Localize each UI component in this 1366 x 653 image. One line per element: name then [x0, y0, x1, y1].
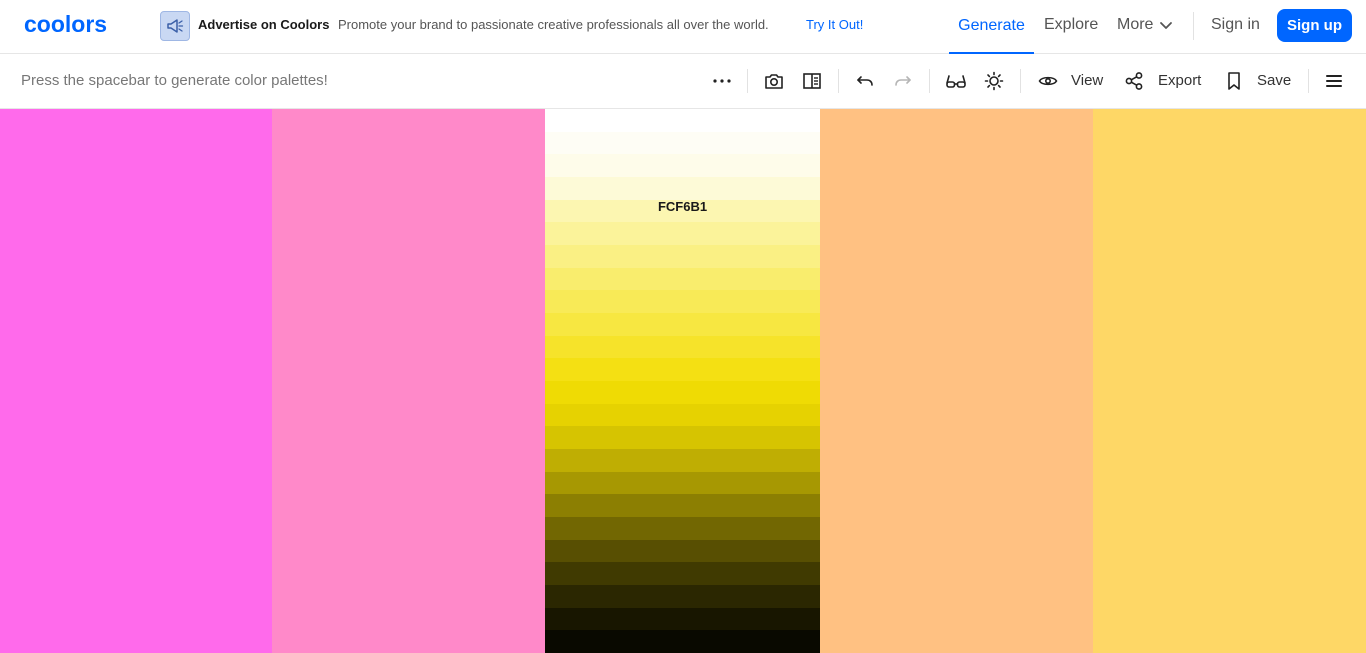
hex-code-label[interactable]: FCF6B1 [545, 199, 820, 214]
color-shade[interactable] [545, 494, 820, 518]
export-button[interactable]: Export [1158, 72, 1201, 89]
megaphone-icon[interactable] [160, 11, 190, 41]
layout-icon[interactable] [799, 68, 825, 94]
color-swatch[interactable] [1093, 109, 1366, 653]
color-shade[interactable] [545, 585, 820, 608]
color-shade[interactable] [545, 539, 820, 563]
sun-icon[interactable] [981, 68, 1007, 94]
ad-description: Promote your brand to passionate creativ… [338, 17, 769, 32]
sign-up-button[interactable]: Sign up [1277, 9, 1352, 42]
color-shade[interactable] [545, 630, 820, 653]
coolors-logo[interactable]: coolors [24, 13, 136, 37]
color-shade[interactable] [545, 403, 820, 427]
color-shade[interactable] [545, 290, 820, 314]
shade-list [545, 109, 820, 653]
color-swatch-shades[interactable]: FCF6B1 [545, 109, 820, 653]
toolbar-divider [1020, 69, 1021, 93]
sign-in-link[interactable]: Sign in [1211, 16, 1260, 34]
nav-more[interactable]: More [1117, 16, 1173, 34]
save-button[interactable]: Save [1257, 72, 1291, 89]
color-shade[interactable] [545, 426, 820, 450]
color-shade[interactable] [545, 267, 820, 291]
nav-divider [1193, 12, 1194, 40]
color-shade[interactable] [545, 222, 820, 246]
logo-text: coolors [24, 13, 107, 37]
color-shade[interactable] [545, 381, 820, 404]
color-swatch[interactable] [820, 109, 1093, 653]
color-swatch[interactable] [0, 109, 272, 653]
toolbar-divider [929, 69, 930, 93]
eye-icon[interactable] [1035, 68, 1061, 94]
ad-try-link[interactable]: Try It Out! [806, 17, 863, 32]
color-palette: FCF6B1 [0, 109, 1366, 653]
color-shade[interactable] [545, 154, 820, 178]
toolbar-divider [1308, 69, 1309, 93]
color-shade[interactable] [545, 562, 820, 586]
color-shade[interactable] [545, 607, 820, 631]
color-shade[interactable] [545, 245, 820, 268]
nav-explore[interactable]: Explore [1044, 16, 1098, 34]
menu-icon[interactable] [1321, 68, 1347, 94]
nav-more-label: More [1117, 16, 1154, 33]
generator-toolbar: Press the spacebar to generate color pal… [0, 54, 1366, 109]
redo-icon[interactable] [890, 68, 916, 94]
color-shade[interactable] [545, 335, 820, 359]
top-navbar: coolors Advertise on Coolors Promote you… [0, 0, 1366, 54]
bookmark-icon[interactable] [1221, 68, 1247, 94]
ad-title: Advertise on Coolors [198, 17, 330, 32]
color-shade[interactable] [545, 109, 820, 132]
nav-generate[interactable]: Generate [949, 0, 1034, 54]
spacebar-hint: Press the spacebar to generate color pal… [21, 72, 328, 89]
color-shade[interactable] [545, 313, 820, 336]
color-shade[interactable] [545, 358, 820, 382]
chevron-down-icon [1160, 22, 1173, 29]
color-shade[interactable] [545, 449, 820, 472]
toolbar-divider [747, 69, 748, 93]
color-shade[interactable] [545, 177, 820, 200]
color-shade[interactable] [545, 517, 820, 540]
color-shade[interactable] [545, 471, 820, 495]
color-swatch[interactable] [272, 109, 545, 653]
undo-icon[interactable] [852, 68, 878, 94]
more-dots-icon[interactable] [709, 68, 735, 94]
camera-icon[interactable] [761, 68, 787, 94]
color-shade[interactable] [545, 131, 820, 155]
share-icon[interactable] [1121, 68, 1147, 94]
glasses-icon[interactable] [943, 68, 969, 94]
toolbar-divider [838, 69, 839, 93]
view-button[interactable]: View [1071, 72, 1103, 89]
